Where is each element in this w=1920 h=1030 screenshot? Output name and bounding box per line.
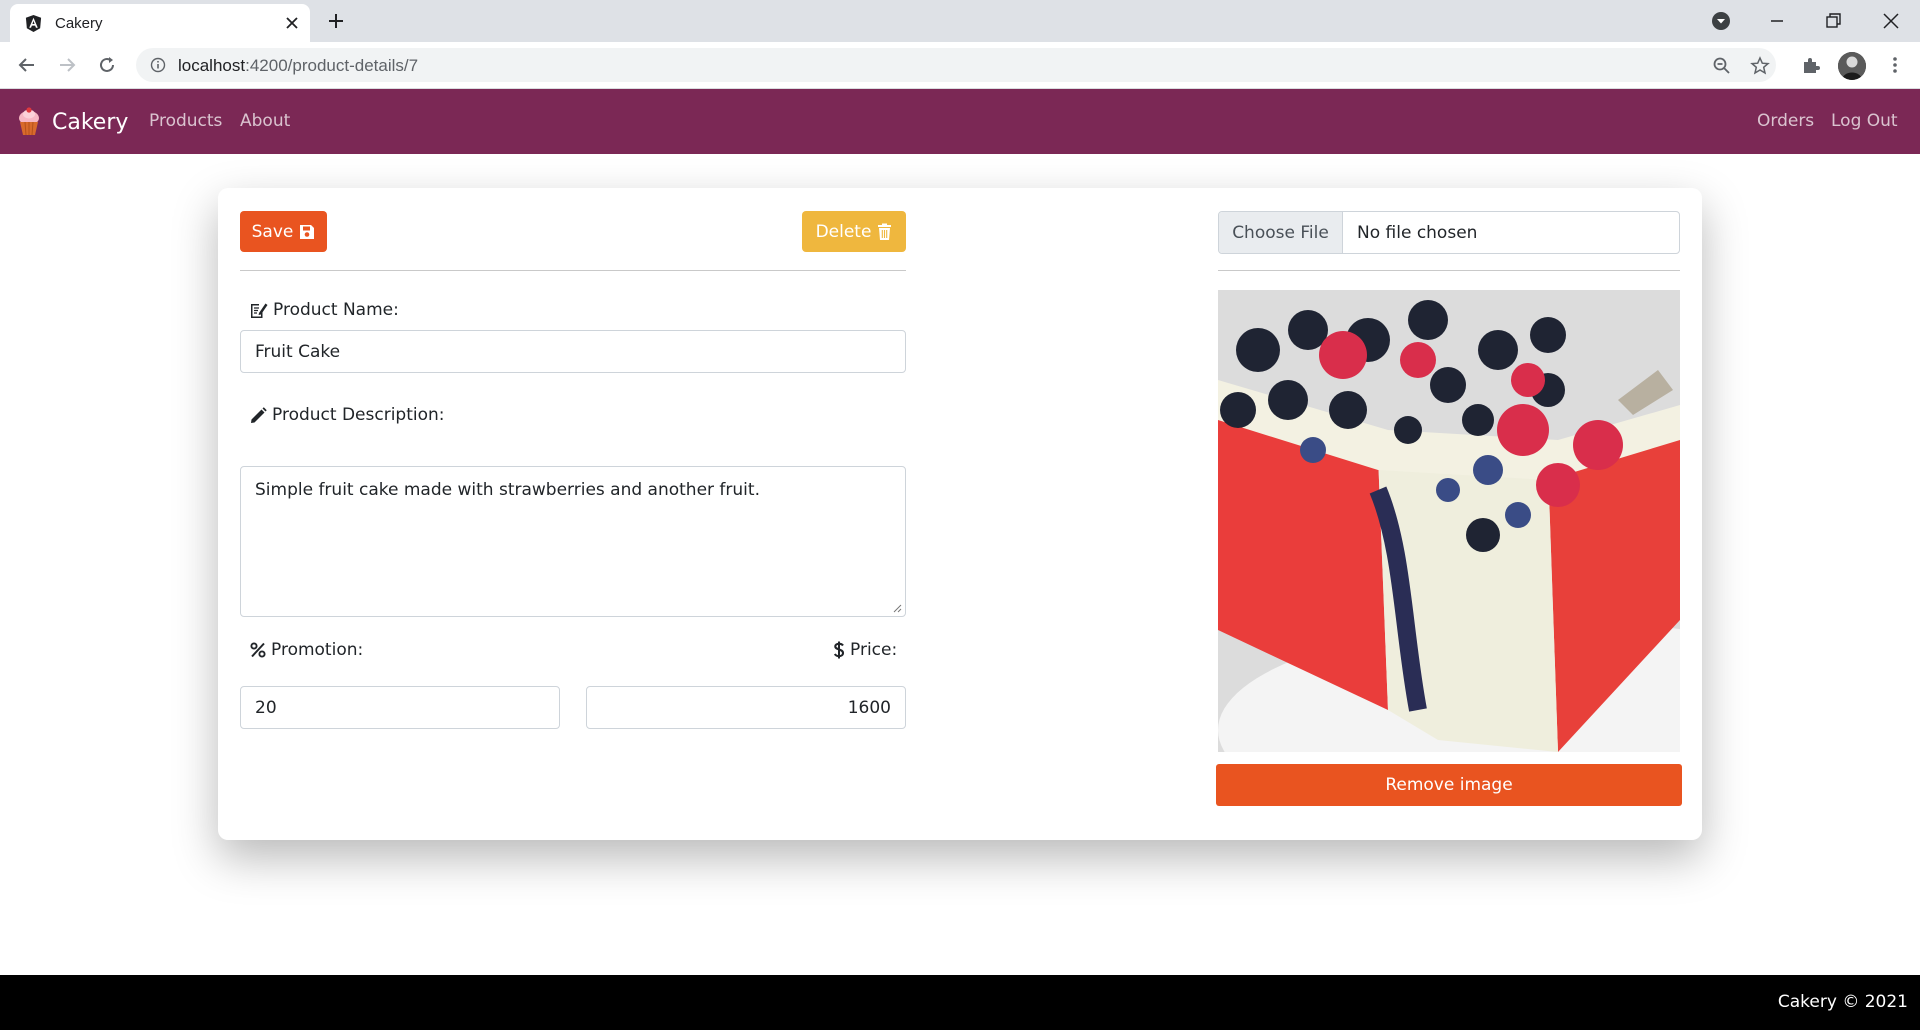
- cupcake-icon: [19, 107, 39, 136]
- back-icon[interactable]: [16, 54, 38, 76]
- file-status-text: No file chosen: [1357, 222, 1478, 243]
- product-name-label: Product Name:: [250, 300, 399, 320]
- minimize-icon[interactable]: [1766, 10, 1788, 32]
- price-input[interactable]: 1600: [586, 686, 906, 729]
- footer: Cakery © 2021: [0, 975, 1920, 1030]
- divider: [1218, 270, 1680, 271]
- url-text: localhost:4200/product-details/7: [178, 56, 419, 75]
- product-details-card: Save Delete Product Name: Fruit Cake Pro…: [218, 188, 1702, 840]
- product-name-label-text: Product Name:: [273, 300, 399, 320]
- footer-copyright: Cakery © 2021: [1777, 992, 1908, 1012]
- product-description-label-text: Product Description:: [272, 405, 445, 425]
- edit-document-icon: [251, 303, 268, 318]
- product-description-value: Simple fruit cake made with strawberries…: [255, 480, 760, 500]
- browser-tab[interactable]: Cakery: [10, 4, 310, 42]
- site-info-icon[interactable]: [150, 57, 166, 73]
- divider: [240, 270, 906, 271]
- floppy-disk-icon: [300, 224, 315, 239]
- forward-icon[interactable]: [56, 54, 78, 76]
- save-button-label: Save: [251, 221, 294, 242]
- promotion-label: Promotion:: [250, 640, 363, 660]
- tab-search-icon[interactable]: [1710, 10, 1732, 32]
- resize-grip-icon[interactable]: [892, 603, 902, 613]
- nav-link-logout[interactable]: Log Out: [1831, 111, 1898, 131]
- tab-title: Cakery: [55, 15, 103, 32]
- reload-icon[interactable]: [96, 54, 118, 76]
- product-image: [1218, 290, 1680, 752]
- restore-icon[interactable]: [1822, 10, 1844, 32]
- delete-button-label: Delete: [815, 221, 872, 242]
- file-input[interactable]: Choose File No file chosen: [1218, 211, 1680, 254]
- product-name-input[interactable]: Fruit Cake: [240, 330, 906, 373]
- address-bar[interactable]: localhost:4200/product-details/7: [136, 48, 1776, 82]
- browser-menu-icon[interactable]: [1884, 54, 1906, 76]
- product-description-textarea[interactable]: Simple fruit cake made with strawberries…: [240, 466, 906, 617]
- percent-icon: [250, 642, 266, 658]
- zoom-icon[interactable]: [1712, 56, 1732, 76]
- new-tab-icon[interactable]: [326, 11, 346, 31]
- profile-avatar[interactable]: [1838, 52, 1866, 80]
- brand-link[interactable]: Cakery: [16, 106, 128, 138]
- bookmark-star-icon[interactable]: [1750, 56, 1770, 76]
- choose-file-button[interactable]: Choose File: [1219, 212, 1343, 253]
- promotion-label-text: Promotion:: [271, 640, 364, 660]
- nav-link-about[interactable]: About: [240, 111, 290, 131]
- browser-toolbar: localhost:4200/product-details/7: [0, 42, 1920, 89]
- extensions-icon[interactable]: [1800, 54, 1822, 76]
- product-description-label: Product Description:: [250, 405, 445, 425]
- angular-icon: [25, 14, 42, 33]
- nav-link-products[interactable]: Products: [149, 111, 222, 131]
- cake-photo: [1218, 290, 1680, 752]
- save-button[interactable]: Save: [240, 211, 327, 252]
- promotion-input[interactable]: 20: [240, 686, 560, 729]
- browser-tab-strip: Cakery: [0, 0, 1920, 42]
- app-navbar: Cakery Products About Orders Log Out: [0, 89, 1920, 154]
- price-label: Price:: [833, 640, 897, 660]
- close-tab-icon[interactable]: [284, 15, 300, 31]
- delete-button[interactable]: Delete: [802, 211, 906, 252]
- close-window-icon[interactable]: [1880, 10, 1902, 32]
- trash-icon: [878, 223, 892, 240]
- brand-name: Cakery: [52, 109, 129, 135]
- remove-image-button[interactable]: Remove image: [1216, 764, 1682, 806]
- price-label-text: Price:: [850, 640, 898, 660]
- dollar-icon: [833, 641, 845, 659]
- pencil-icon: [251, 406, 267, 423]
- nav-link-orders[interactable]: Orders: [1757, 111, 1814, 131]
